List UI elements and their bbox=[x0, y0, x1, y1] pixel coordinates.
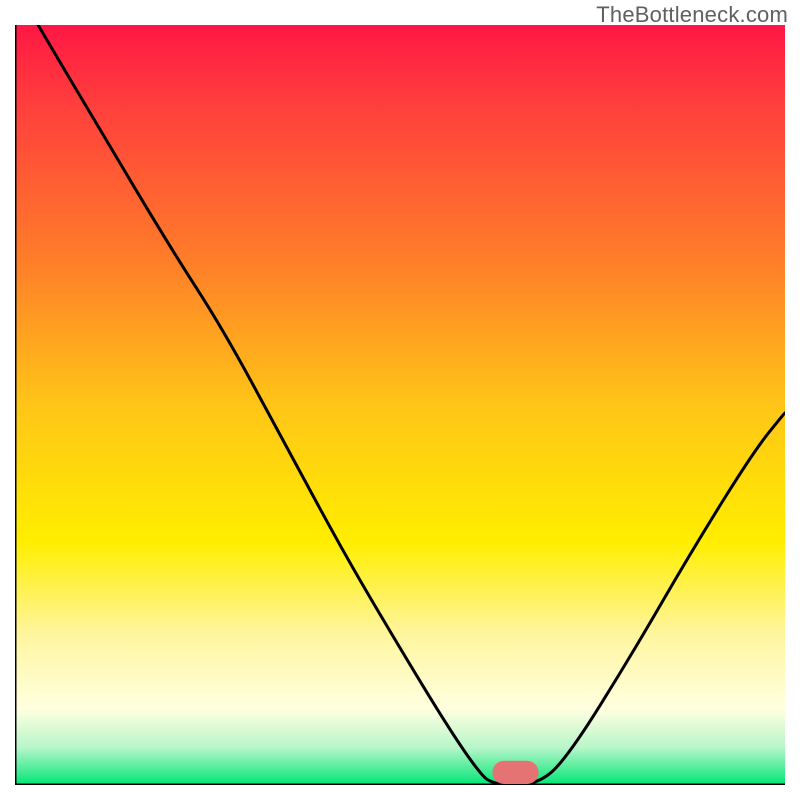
bottleneck-chart bbox=[15, 25, 785, 785]
optimal-marker bbox=[492, 761, 538, 784]
watermark-text: TheBottleneck.com bbox=[596, 2, 788, 28]
gradient-background bbox=[15, 25, 785, 785]
chart-stage: TheBottleneck.com bbox=[0, 0, 800, 800]
